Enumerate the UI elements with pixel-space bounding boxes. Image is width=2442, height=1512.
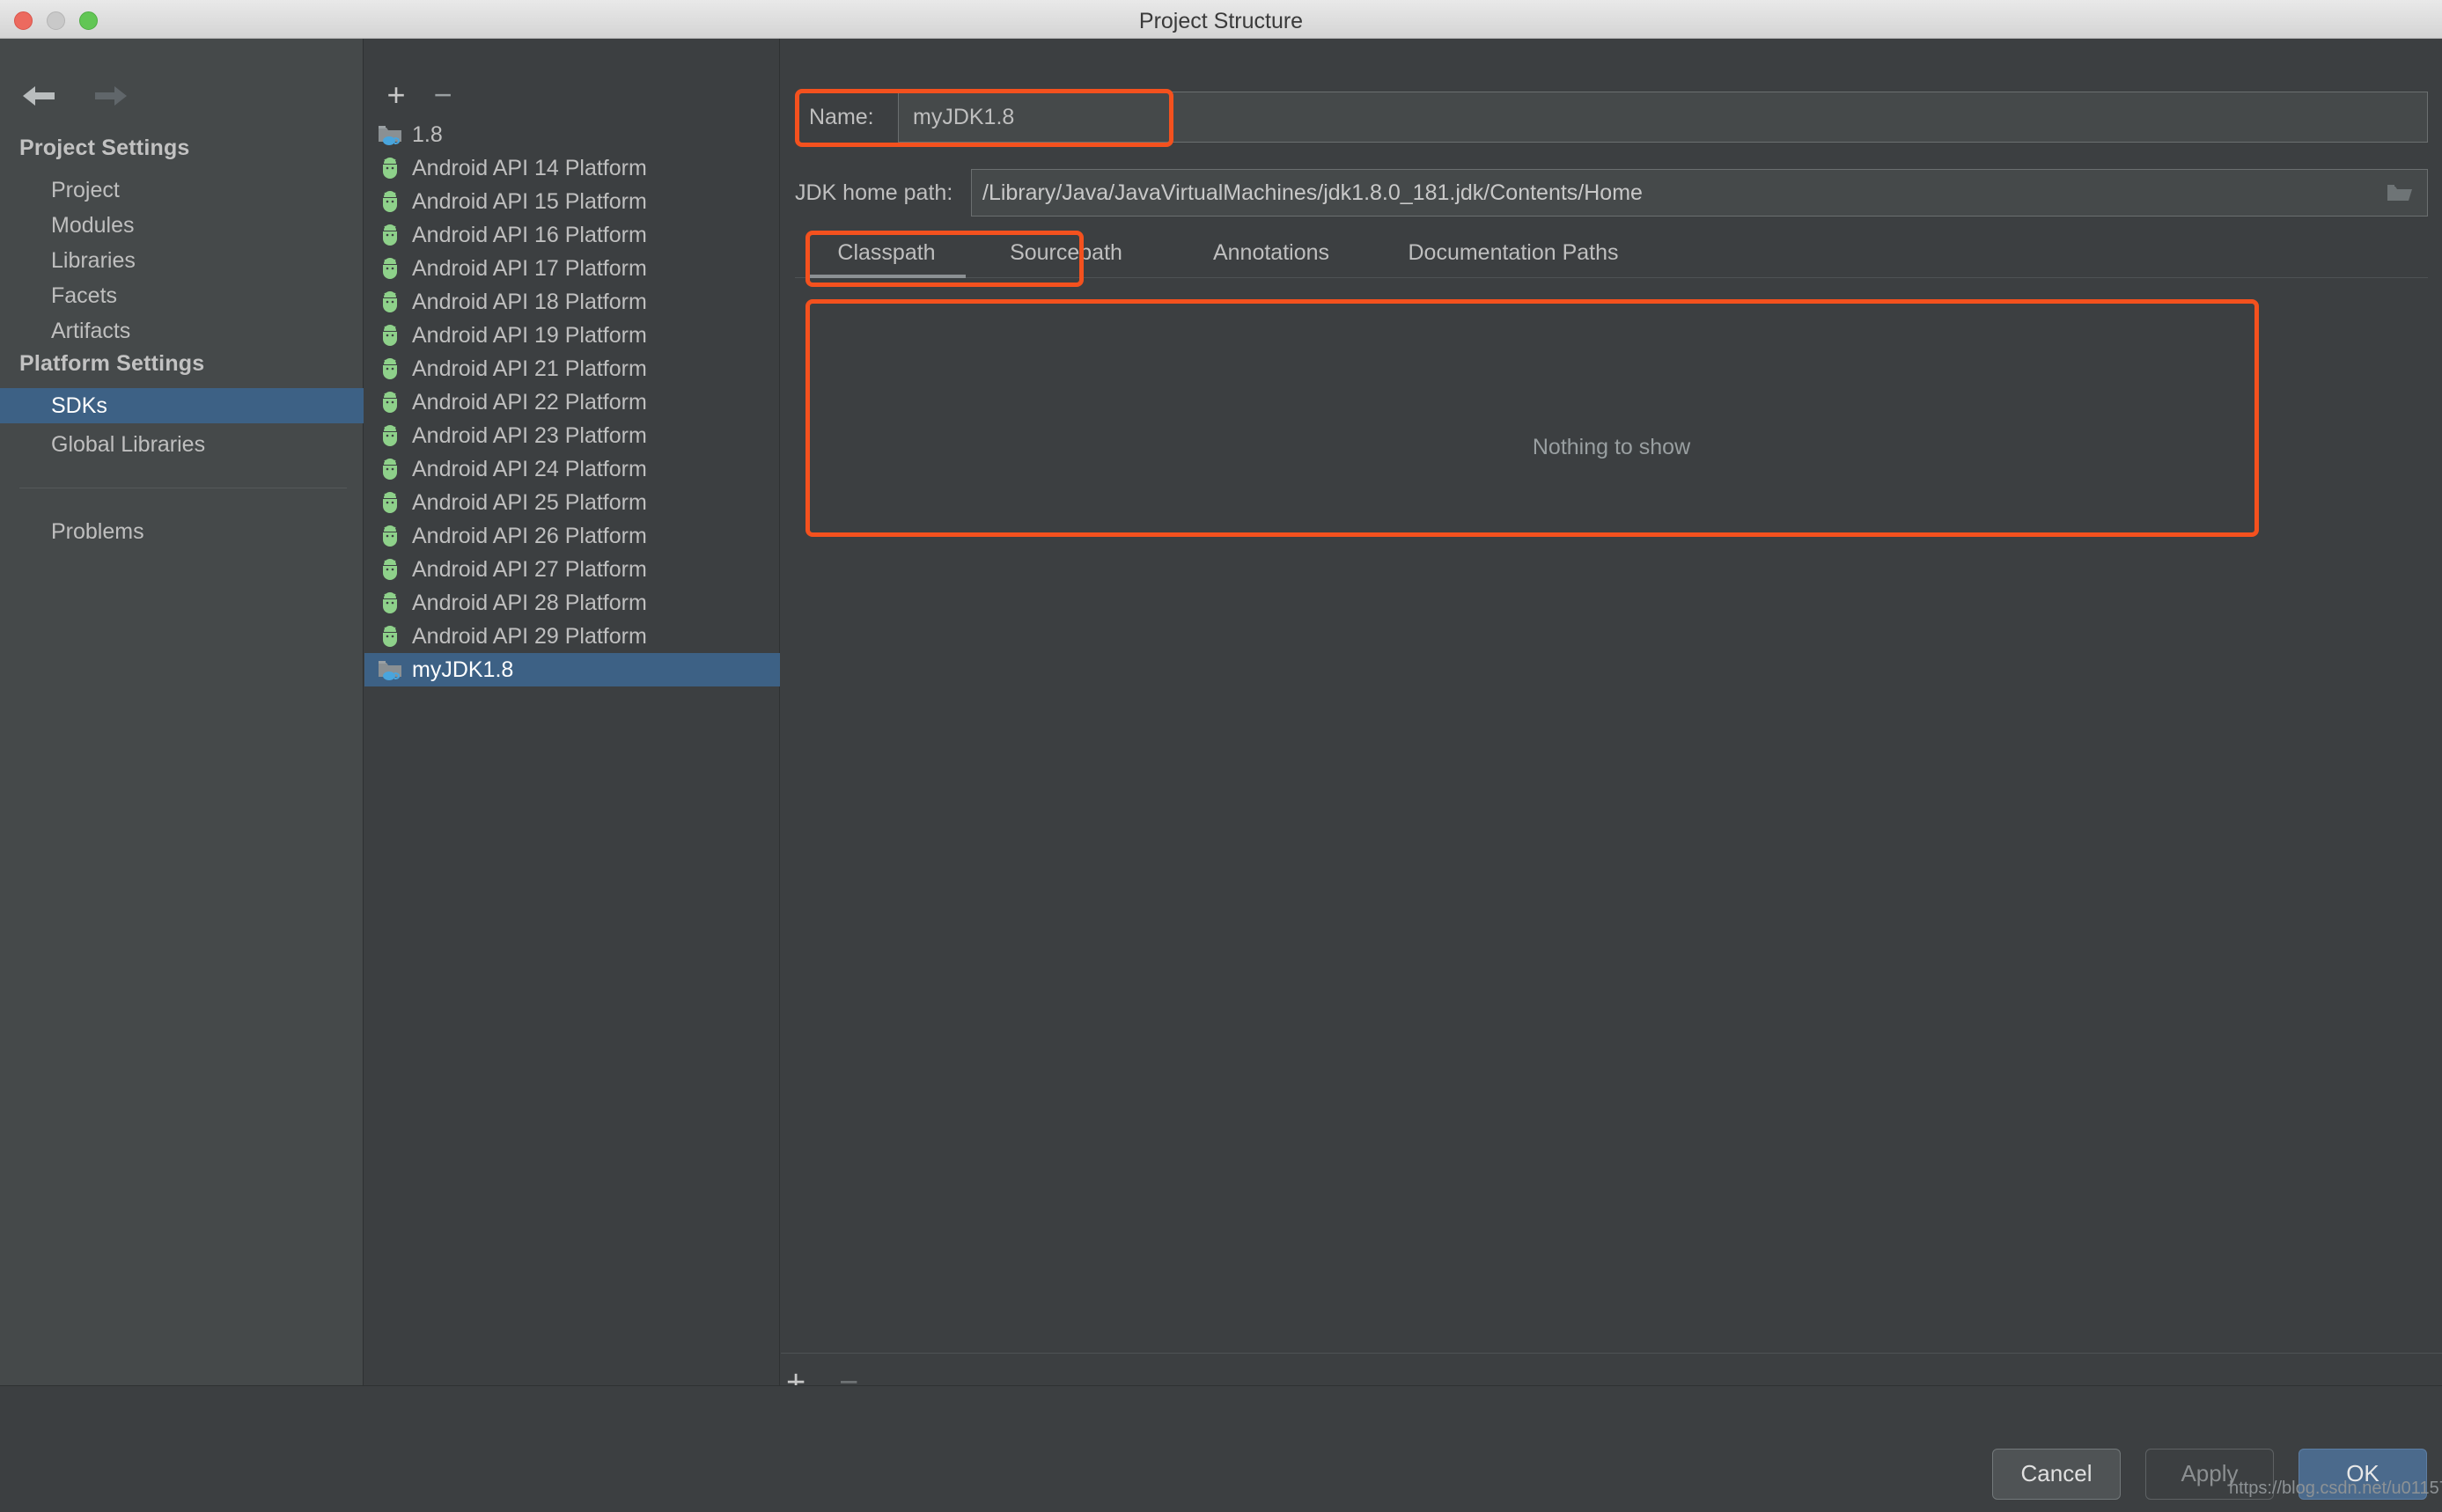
list-item-label: Android API 15 Platform (412, 188, 647, 214)
tab-documentation-paths[interactable]: Documentation Paths (1381, 231, 1645, 278)
list-item-label: Android API 27 Platform (412, 556, 647, 582)
list-item-label: Android API 28 Platform (412, 590, 647, 615)
watermark-text: https://blog.csdn.net/u011578734 (2229, 1479, 2442, 1498)
jdk-folder-icon (379, 661, 401, 680)
sdk-tab-bar: Classpath Sourcepath Annotations Documen… (795, 231, 2428, 278)
tab-sourcepath[interactable]: Sourcepath (978, 231, 1154, 278)
cancel-button[interactable]: Cancel (1992, 1449, 2121, 1500)
list-item-label: Android API 22 Platform (412, 389, 647, 415)
list-item[interactable]: Android API 14 Platform (364, 151, 780, 185)
navigation-arrows (19, 83, 130, 109)
list-item-label: Android API 24 Platform (412, 456, 647, 481)
jdk-home-path-label: JDK home path: (795, 180, 953, 205)
list-item-label: Android API 29 Platform (412, 623, 647, 649)
android-icon (383, 559, 397, 580)
android-icon (383, 191, 397, 212)
list-item[interactable]: Android API 15 Platform (364, 185, 780, 218)
sidebar-item-problems[interactable]: Problems (0, 514, 364, 549)
tab-annotations[interactable]: Annotations (1179, 231, 1364, 278)
list-item-label: Android API 18 Platform (412, 289, 647, 314)
arrow-left-icon[interactable] (19, 83, 58, 109)
sidebar-item-artifacts[interactable]: Artifacts (0, 313, 364, 349)
sdk-name-label: Name: (809, 105, 874, 129)
list-item[interactable]: Android API 16 Platform (364, 218, 780, 252)
sidebar-item-sdks[interactable]: SDKs (0, 388, 364, 423)
sdk-name-row: Name: myJDK1.8 (795, 92, 2428, 143)
dialog-body: Project Settings Project Modules Librari… (0, 39, 2442, 1512)
list-item[interactable]: Android API 22 Platform (364, 385, 780, 419)
sidebar-section-project-settings: Project Settings (19, 136, 190, 160)
sidebar-item-project[interactable]: Project (0, 172, 364, 208)
remove-sdk-button[interactable]: − (428, 79, 458, 111)
android-icon (383, 325, 397, 346)
list-item-label: Android API 26 Platform (412, 523, 647, 548)
list-item-label: Android API 16 Platform (412, 222, 647, 247)
list-item-label: Android API 17 Platform (412, 255, 647, 281)
android-icon (383, 459, 397, 480)
sidebar-item-global-libraries[interactable]: Global Libraries (0, 427, 364, 462)
jdk-home-path-input[interactable]: /Library/Java/JavaVirtualMachines/jdk1.8… (971, 169, 2428, 217)
list-item[interactable]: Android API 24 Platform (364, 452, 780, 486)
list-item[interactable]: Android API 27 Platform (364, 553, 780, 586)
android-icon (383, 425, 397, 446)
sidebar-item-libraries[interactable]: Libraries (0, 243, 364, 278)
android-icon (383, 258, 397, 279)
arrow-right-icon[interactable] (92, 83, 130, 109)
list-item-label: myJDK1.8 (412, 657, 514, 682)
list-item-label: Android API 25 Platform (412, 489, 647, 515)
sidebar-section-platform-settings: Platform Settings (19, 351, 205, 376)
add-sdk-button[interactable]: + (381, 79, 411, 111)
list-item-label: Android API 23 Platform (412, 422, 647, 448)
android-icon (383, 392, 397, 413)
android-icon (383, 291, 397, 312)
android-icon (383, 525, 397, 547)
window-title-bar: Project Structure (0, 0, 2442, 39)
list-item[interactable]: Android API 18 Platform (364, 285, 780, 319)
jdk-home-path-value: /Library/Java/JavaVirtualMachines/jdk1.8… (982, 180, 1643, 205)
window-title: Project Structure (1138, 9, 1304, 33)
settings-sidebar: Project Settings Project Modules Librari… (0, 39, 364, 1482)
list-item[interactable]: Android API 25 Platform (364, 486, 780, 519)
android-icon (383, 492, 397, 513)
android-icon (383, 224, 397, 246)
jdk-folder-icon (379, 126, 401, 145)
android-icon (383, 626, 397, 647)
jdk-home-path-row: JDK home path: /Library/Java/JavaVirtual… (795, 169, 2428, 217)
list-item-label: Android API 14 Platform (412, 155, 647, 180)
sdk-name-input[interactable]: myJDK1.8 (898, 92, 2428, 143)
list-item[interactable]: Android API 23 Platform (364, 419, 780, 452)
list-item-label: 1.8 (412, 121, 443, 147)
classpath-content-area[interactable]: Nothing to show (795, 294, 2428, 1359)
list-item[interactable]: Android API 29 Platform (364, 620, 780, 653)
sidebar-item-facets[interactable]: Facets (0, 278, 364, 313)
sidebar-item-modules[interactable]: Modules (0, 208, 364, 243)
list-item[interactable]: Android API 28 Platform (364, 586, 780, 620)
sdk-list-panel: + − 1.8 Android API 14 Platform Android … (364, 39, 780, 1385)
folder-icon[interactable] (2387, 182, 2413, 203)
list-item-label: Android API 21 Platform (412, 356, 647, 381)
list-item[interactable]: Android API 26 Platform (364, 519, 780, 553)
list-item-label: Android API 19 Platform (412, 322, 647, 348)
list-item-selected[interactable]: myJDK1.8 (364, 653, 780, 686)
tab-classpath[interactable]: Classpath (807, 231, 966, 278)
sdk-detail-panel: Name: myJDK1.8 JDK home path: /Library/J… (781, 39, 2442, 1385)
list-item[interactable]: Android API 17 Platform (364, 252, 780, 285)
list-item[interactable]: 1.8 (364, 118, 780, 151)
android-icon (383, 158, 397, 179)
android-icon (383, 592, 397, 613)
android-icon (383, 358, 397, 379)
empty-state-message: Nothing to show (1532, 435, 1691, 459)
list-item[interactable]: Android API 21 Platform (364, 352, 780, 385)
sdk-list-toolbar: + − (364, 77, 780, 114)
list-item[interactable]: Android API 19 Platform (364, 319, 780, 352)
